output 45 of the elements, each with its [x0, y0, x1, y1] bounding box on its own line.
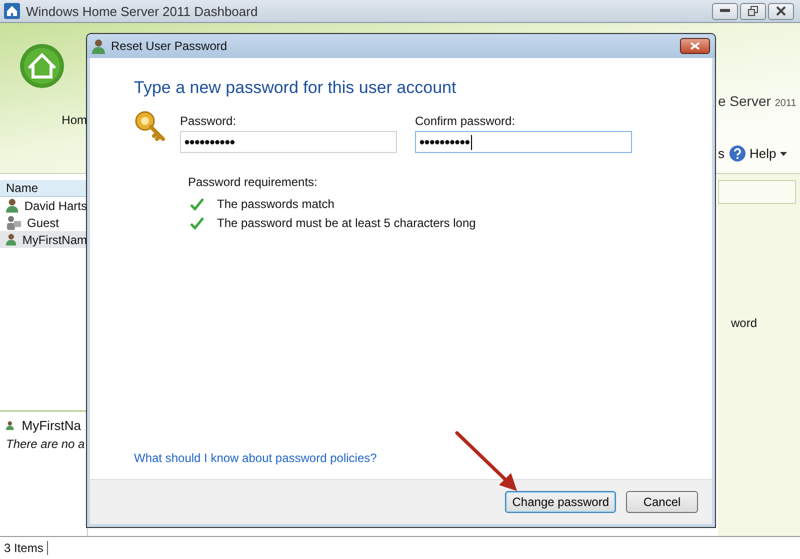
user-icon	[92, 38, 105, 54]
user-row[interactable]: MyFirstNam	[0, 231, 87, 248]
user-icon	[6, 232, 16, 247]
caret-icon	[780, 152, 788, 156]
user-row[interactable]: Guest	[0, 214, 87, 231]
restore-button[interactable]	[740, 2, 766, 20]
requirements-title: Password requirements:	[188, 175, 318, 189]
requirement-text: The password must be at least 5 characters long	[217, 216, 476, 230]
policy-link[interactable]: What should I know about password policies?	[134, 451, 377, 465]
brand-name: e Server 2011	[718, 93, 798, 109]
key-icon	[134, 110, 166, 142]
dialog-heading: Type a new password for this user account	[134, 78, 458, 98]
user-row[interactable]: David Harts	[0, 197, 87, 214]
user-name: Guest	[27, 216, 60, 230]
annotation-arrow	[455, 431, 519, 493]
requirement-text: The passwords match	[217, 197, 334, 211]
password-field[interactable]: ●●●●●●●●●●	[180, 131, 397, 153]
minimize-icon	[720, 9, 730, 13]
column-header[interactable]: Name	[0, 180, 87, 197]
window-title: Windows Home Server 2011 Dashboard	[26, 4, 258, 18]
user-name: MyFirstNam	[22, 232, 87, 246]
help-menu[interactable]: Help	[750, 146, 776, 161]
field-label: Confirm password:	[415, 114, 516, 128]
item-count: 3 Items	[4, 541, 48, 555]
house-logo-icon	[18, 43, 64, 89]
dialog-button[interactable]: Change password	[505, 491, 616, 513]
dialog-title: Reset User Password	[111, 39, 228, 53]
restore-icon	[748, 6, 758, 16]
toolbar-item[interactable]: s	[718, 146, 724, 161]
guest-icon	[6, 215, 21, 230]
help-icon	[728, 145, 746, 162]
user-name: MyFirstNa	[22, 418, 81, 433]
minimize-button[interactable]	[712, 2, 738, 20]
field-label: Password:	[180, 114, 238, 128]
user-icon	[6, 198, 18, 213]
close-icon	[776, 6, 786, 16]
house-icon	[4, 3, 20, 19]
user-name: David Harts	[24, 198, 87, 212]
home-tab[interactable]: Hom	[62, 113, 87, 127]
password-field[interactable]: ●●●●●●●●●●	[415, 131, 632, 153]
close-button[interactable]	[768, 2, 794, 20]
task-link[interactable]: word	[718, 316, 800, 330]
dialog-button[interactable]: Cancel	[626, 491, 698, 513]
close-button[interactable]	[680, 38, 710, 54]
close-icon	[690, 42, 700, 50]
